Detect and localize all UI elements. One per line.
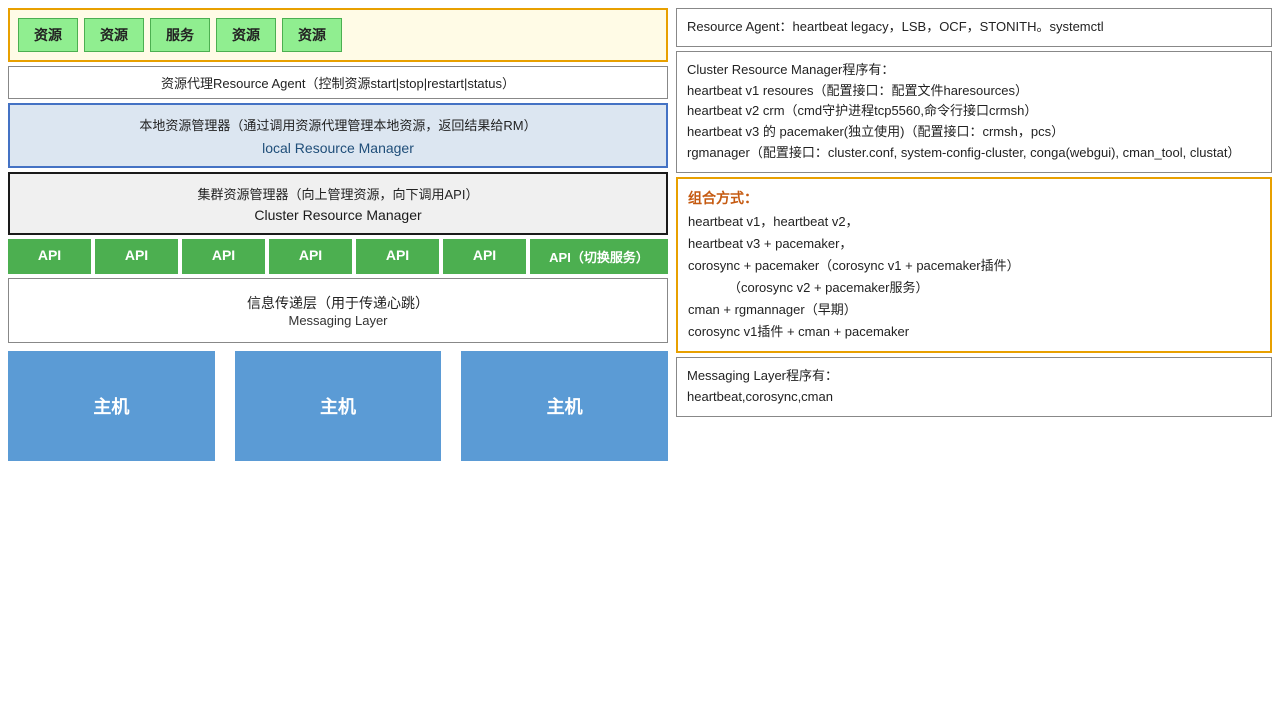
- crm-info-box: Cluster Resource Manager程序有： heartbeat v…: [676, 51, 1272, 173]
- crm-sub-text: Cluster Resource Manager: [20, 207, 656, 223]
- crm-main-text: 集群资源管理器（向上管理资源，向下调用API）: [20, 184, 656, 203]
- combo-title: 组合方式：: [688, 187, 1260, 211]
- api-item: API: [8, 239, 91, 274]
- api-item-special: API（切换服务）: [530, 239, 668, 274]
- messaging-info-text: heartbeat,corosync,cman: [687, 387, 1261, 408]
- resource-agent-info-box: Resource Agent：heartbeat legacy，LSB，OCF，…: [676, 8, 1272, 47]
- crm-info-line: heartbeat v3 的 pacemaker(独立使用)（配置接口：crms…: [687, 122, 1261, 143]
- host-box: 主机: [235, 351, 442, 461]
- combo-line: heartbeat v1，heartbeat v2，: [688, 211, 1260, 233]
- crm-info-line: heartbeat v2 crm（cmd守护进程tcp5560,命令行接口crm…: [687, 101, 1261, 122]
- messaging-sub-text: Messaging Layer: [19, 313, 657, 328]
- resource-agent-info-text: Resource Agent：heartbeat legacy，LSB，OCF，…: [687, 19, 1104, 34]
- resource-item: 资源: [84, 18, 144, 52]
- messaging-main-text: 信息传递层（用于传递心跳）: [19, 293, 657, 313]
- combo-line: （corosync v2 + pacemaker服务）: [728, 277, 1260, 299]
- resource-item: 服务: [150, 18, 210, 52]
- messaging-box: 信息传递层（用于传递心跳） Messaging Layer: [8, 278, 668, 343]
- combo-box: 组合方式： heartbeat v1，heartbeat v2，heartbea…: [676, 177, 1272, 353]
- lrm-sub-text: local Resource Manager: [20, 140, 656, 156]
- resources-box: 资源资源服务资源资源: [8, 8, 668, 62]
- main-container: 资源资源服务资源资源 资源代理Resource Agent（控制资源start|…: [0, 0, 1280, 720]
- combo-line: heartbeat v3 + pacemaker，: [688, 233, 1260, 255]
- resource-item: 资源: [282, 18, 342, 52]
- crm-info-line: heartbeat v1 resoures（配置接口：配置文件haresourc…: [687, 81, 1261, 102]
- combo-lines: heartbeat v1，heartbeat v2，heartbeat v3 +…: [688, 211, 1260, 344]
- api-row: APIAPIAPIAPIAPIAPIAPI（切换服务）: [8, 239, 668, 274]
- combo-line: corosync v1插件 + cman + pacemaker: [688, 321, 1260, 343]
- resource-items: 资源资源服务资源资源: [18, 18, 658, 52]
- messaging-info-box: Messaging Layer程序有： heartbeat,corosync,c…: [676, 357, 1272, 417]
- api-item: API: [269, 239, 352, 274]
- resource-item: 资源: [18, 18, 78, 52]
- resource-item: 资源: [216, 18, 276, 52]
- combo-line: corosync + pacemaker（corosync v1 + pacem…: [688, 255, 1260, 277]
- messaging-info-title: Messaging Layer程序有：: [687, 366, 1261, 387]
- hosts-row: 主机主机主机: [8, 351, 668, 461]
- api-item: API: [356, 239, 439, 274]
- crm-info-line: rgmanager（配置接口：cluster.conf, system-conf…: [687, 143, 1261, 164]
- crm-info-lines: heartbeat v1 resoures（配置接口：配置文件haresourc…: [687, 81, 1261, 164]
- left-panel: 资源资源服务资源资源 资源代理Resource Agent（控制资源start|…: [8, 8, 668, 712]
- right-panel: Resource Agent：heartbeat legacy，LSB，OCF，…: [676, 8, 1272, 712]
- crm-info-title: Cluster Resource Manager程序有：: [687, 60, 1261, 81]
- resource-agent-bar: 资源代理Resource Agent（控制资源start|stop|restar…: [8, 66, 668, 99]
- host-box: 主机: [461, 351, 668, 461]
- api-item: API: [182, 239, 265, 274]
- lrm-main-text: 本地资源管理器（通过调用资源代理管理本地资源，返回结果给RM）: [20, 115, 656, 134]
- api-item: API: [95, 239, 178, 274]
- host-box: 主机: [8, 351, 215, 461]
- crm-box: 集群资源管理器（向上管理资源，向下调用API） Cluster Resource…: [8, 172, 668, 235]
- combo-line: cman + rgmannager（早期）: [688, 299, 1260, 321]
- api-item: API: [443, 239, 526, 274]
- lrm-box: 本地资源管理器（通过调用资源代理管理本地资源，返回结果给RM） local Re…: [8, 103, 668, 168]
